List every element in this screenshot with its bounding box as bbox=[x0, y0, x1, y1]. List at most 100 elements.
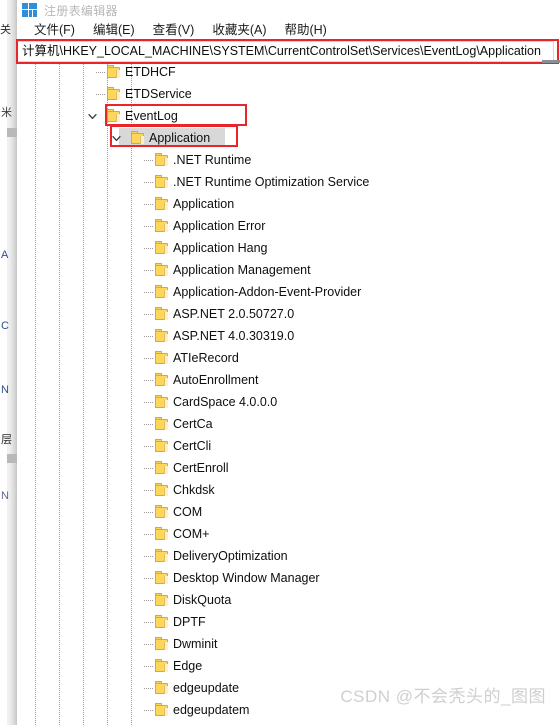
tree-item-deliveryoptimization[interactable]: DeliveryOptimization bbox=[17, 545, 560, 567]
tree-item-label: AutoEnrollment bbox=[173, 373, 259, 387]
tree-item-application[interactable]: Application bbox=[17, 193, 560, 215]
tree-item-com[interactable]: COM+ bbox=[17, 523, 560, 545]
tree-connector-line bbox=[144, 270, 153, 271]
folder-icon bbox=[155, 373, 170, 387]
tree-item-dptf[interactable]: DPTF bbox=[17, 611, 560, 633]
background-glyph-5: 层 bbox=[1, 434, 12, 446]
folder-icon bbox=[155, 241, 170, 255]
tree-item-eventlog[interactable]: EventLog bbox=[17, 105, 560, 127]
tree-item-asp-net-4-0-30319-0[interactable]: ASP.NET 4.0.30319.0 bbox=[17, 325, 560, 347]
tree-item-diskquota[interactable]: DiskQuota bbox=[17, 589, 560, 611]
background-glyph-2: A bbox=[1, 249, 9, 261]
folder-icon bbox=[155, 351, 170, 365]
background-glyph-6: N bbox=[1, 490, 9, 502]
tree-item-application-error[interactable]: Application Error bbox=[17, 215, 560, 237]
menu-favorites[interactable]: 收藏夹(A) bbox=[203, 21, 275, 40]
tree-connector-line bbox=[144, 512, 153, 513]
tree-item-etdhcf[interactable]: ETDHCF bbox=[17, 64, 560, 83]
tree-connector-line bbox=[144, 578, 153, 579]
folder-icon bbox=[155, 153, 170, 167]
tree-item-net-runtime-optimization-service[interactable]: .NET Runtime Optimization Service bbox=[17, 171, 560, 193]
tree-item-label: Application Management bbox=[173, 263, 311, 277]
tree-connector-line bbox=[144, 556, 153, 557]
folder-icon bbox=[155, 329, 170, 343]
menu-bar: 文件(F) 编辑(E) 查看(V) 收藏夹(A) 帮助(H) bbox=[17, 20, 560, 41]
tree-connector-line bbox=[96, 94, 105, 95]
chevron-down-icon[interactable] bbox=[109, 127, 123, 149]
tree-item-label: edgeupdate bbox=[173, 681, 240, 695]
csdn-watermark: CSDN @不会秃头的_图图 bbox=[340, 687, 546, 706]
tree-item-label: DiskQuota bbox=[173, 593, 232, 607]
address-bar[interactable]: 计算机\HKEY_LOCAL_MACHINE\SYSTEM\CurrentCon… bbox=[17, 41, 554, 62]
tree-item-error-instrument[interactable]: Error Instrument bbox=[17, 721, 560, 725]
folder-icon bbox=[155, 175, 170, 189]
tree-connector-line bbox=[144, 160, 153, 161]
title-bar: 注册表编辑器 bbox=[17, 0, 560, 20]
tree-item-label: CertCli bbox=[173, 439, 212, 453]
registry-key-tree[interactable]: ETDHCF ETDService EventLog Application .NET … bbox=[17, 64, 560, 725]
menu-edit[interactable]: 编辑(E) bbox=[84, 21, 144, 40]
folder-icon bbox=[155, 549, 170, 563]
tree-item-label: ETDHCF bbox=[125, 65, 176, 79]
tree-item-label: Application-Addon-Event-Provider bbox=[173, 285, 362, 299]
tree-item-dwminit[interactable]: Dwminit bbox=[17, 633, 560, 655]
tree-item-label: .NET Runtime bbox=[173, 153, 252, 167]
tree-item-application[interactable]: Application bbox=[17, 127, 560, 149]
tree-item-asp-net-2-0-50727-0[interactable]: ASP.NET 2.0.50727.0 bbox=[17, 303, 560, 325]
tree-connector-line bbox=[144, 314, 153, 315]
folder-icon bbox=[155, 307, 170, 321]
folder-icon bbox=[155, 483, 170, 497]
scrollbar-edge-line bbox=[542, 60, 560, 63]
tree-item-label: COM+ bbox=[173, 527, 210, 541]
tree-connector-line bbox=[144, 446, 153, 447]
tree-item-label: Chkdsk bbox=[173, 483, 215, 497]
folder-icon bbox=[155, 637, 170, 651]
tree-connector-line bbox=[144, 666, 153, 667]
background-glyph-1: 米 bbox=[1, 107, 12, 119]
folder-icon bbox=[155, 395, 170, 409]
tree-item-desktop-window-manager[interactable]: Desktop Window Manager bbox=[17, 567, 560, 589]
tree-item-certenroll[interactable]: CertEnroll bbox=[17, 457, 560, 479]
tree-item-label: Application Hang bbox=[173, 241, 268, 255]
chevron-down-icon[interactable] bbox=[85, 105, 99, 127]
tree-item-edge[interactable]: Edge bbox=[17, 655, 560, 677]
tree-item-label: Desktop Window Manager bbox=[173, 571, 320, 585]
tree-item-autoenrollment[interactable]: AutoEnrollment bbox=[17, 369, 560, 391]
tree-item-atierecord[interactable]: ATIeRecord bbox=[17, 347, 560, 369]
tree-item-label: COM bbox=[173, 505, 203, 519]
tree-item-label: Edge bbox=[173, 659, 203, 673]
folder-icon bbox=[155, 703, 170, 717]
folder-icon bbox=[155, 571, 170, 585]
tree-item-chkdsk[interactable]: Chkdsk bbox=[17, 479, 560, 501]
tree-item-application-addon-event-provider[interactable]: Application-Addon-Event-Provider bbox=[17, 281, 560, 303]
tree-connector-line bbox=[144, 248, 153, 249]
tree-item-cardspace-4-0-0-0[interactable]: CardSpace 4.0.0.0 bbox=[17, 391, 560, 413]
tree-item-net-runtime[interactable]: .NET Runtime bbox=[17, 149, 560, 171]
tree-item-application-management[interactable]: Application Management bbox=[17, 259, 560, 281]
menu-help[interactable]: 帮助(H) bbox=[275, 21, 335, 40]
folder-icon bbox=[155, 593, 170, 607]
background-glyph-4: N bbox=[1, 384, 9, 396]
background-selection-1 bbox=[7, 128, 17, 137]
tree-item-label: CertCa bbox=[173, 417, 213, 431]
tree-item-label: CertEnroll bbox=[173, 461, 229, 475]
address-bar-value: 计算机\HKEY_LOCAL_MACHINE\SYSTEM\CurrentCon… bbox=[22, 44, 541, 58]
tree-item-certca[interactable]: CertCa bbox=[17, 413, 560, 435]
tree-item-label: Application bbox=[149, 131, 211, 145]
folder-icon bbox=[155, 439, 170, 453]
tree-item-com[interactable]: COM bbox=[17, 501, 560, 523]
folder-icon bbox=[155, 615, 170, 629]
folder-icon bbox=[155, 659, 170, 673]
tree-item-label: CardSpace 4.0.0.0 bbox=[173, 395, 278, 409]
tree-item-application-hang[interactable]: Application Hang bbox=[17, 237, 560, 259]
tree-item-label: Application bbox=[173, 197, 235, 211]
menu-file[interactable]: 文件(F) bbox=[25, 21, 84, 40]
tree-connector-line bbox=[144, 688, 153, 689]
tree-connector-line bbox=[144, 710, 153, 711]
tree-item-etdservice[interactable]: ETDService bbox=[17, 83, 560, 105]
tree-item-label: ASP.NET 4.0.30319.0 bbox=[173, 329, 295, 343]
registry-editor-icon bbox=[22, 2, 38, 18]
tree-connector-line bbox=[144, 402, 153, 403]
menu-view[interactable]: 查看(V) bbox=[144, 21, 204, 40]
tree-item-certcli[interactable]: CertCli bbox=[17, 435, 560, 457]
